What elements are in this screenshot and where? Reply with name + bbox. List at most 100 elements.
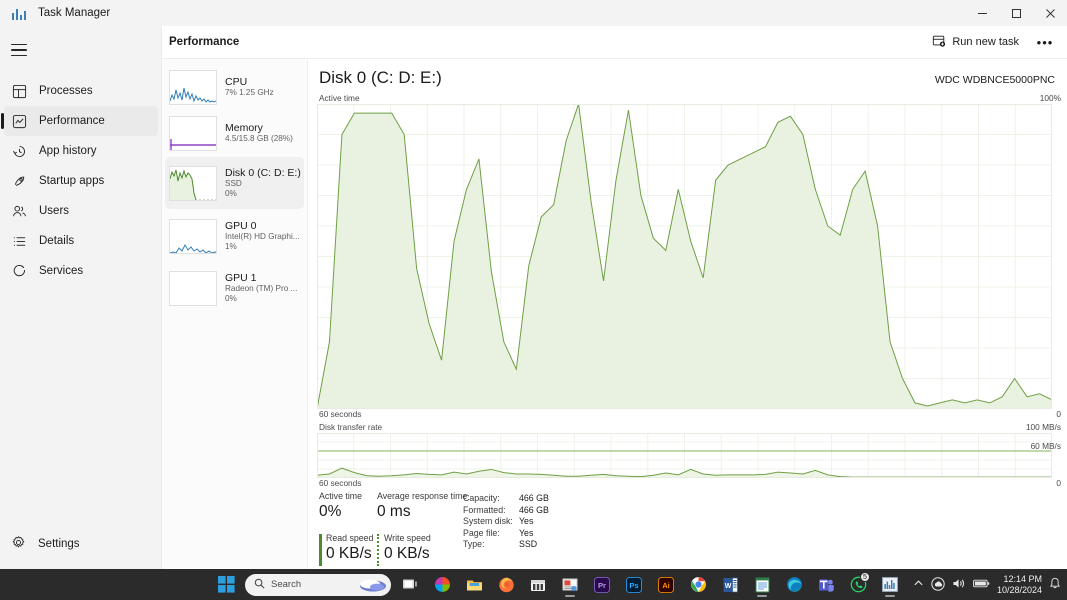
microsoft-store-icon[interactable]: [525, 572, 551, 598]
processes-icon: [11, 83, 27, 99]
device-detail: 7% 1.25 GHz: [225, 88, 274, 97]
firefox-icon[interactable]: [493, 572, 519, 598]
sidebar-item-services[interactable]: Services: [0, 256, 162, 286]
system-tray: 12:14 PM 10/28/2024: [913, 574, 1061, 596]
sidebar-item-settings[interactable]: Settings: [0, 529, 162, 559]
svg-text:W: W: [724, 583, 731, 590]
read-speed-stat: Read speed 0 KB/s: [319, 533, 373, 566]
sidebar-nav-list: Processes Performance App history Startu…: [0, 76, 162, 286]
disk-info-table: Capacity: 466 GB Formatted: 466 GB Syste…: [463, 493, 549, 551]
write-speed-value: 0 KB/s: [384, 545, 430, 562]
average-response-time-stat: Average response time 0 ms: [377, 491, 467, 521]
svg-text:Ps: Ps: [629, 581, 638, 590]
device-item-memory[interactable]: Memory 4.5/15.8 GB (28%): [165, 111, 304, 155]
word-icon[interactable]: W: [717, 572, 743, 598]
transfer-rate-chart-label: Disk transfer rate: [319, 422, 383, 432]
more-options-button[interactable]: •••: [1031, 31, 1059, 53]
device-item-disk-0[interactable]: Disk 0 (C: D: E:) SSD 0%: [165, 157, 304, 209]
file-explorer-icon[interactable]: [461, 572, 487, 598]
sidebar-item-details[interactable]: Details: [0, 226, 162, 256]
show-hidden-icons[interactable]: [913, 578, 924, 591]
sidebar-item-performance[interactable]: Performance: [1, 106, 158, 136]
transfer-rate-chart: [317, 433, 1052, 478]
search-highlights-icon: [360, 579, 386, 591]
notepad-icon[interactable]: [749, 572, 775, 598]
info-value: 466 GB: [519, 504, 549, 515]
device-usage: 1%: [225, 242, 237, 251]
maximize-button[interactable]: [999, 0, 1033, 26]
device-name: GPU 0: [225, 220, 257, 232]
active-time-stat: Active time 0%: [319, 491, 362, 521]
media-player-icon[interactable]: [557, 572, 583, 598]
run-new-task-label: Run new task: [952, 36, 1019, 48]
device-item-gpu-1[interactable]: GPU 1 Radeon (TM) Pro ... 0%: [165, 263, 304, 313]
onedrive-icon[interactable]: [931, 576, 945, 593]
battery-icon[interactable]: [973, 578, 990, 591]
svg-text:Pr: Pr: [598, 581, 606, 590]
device-detail: Intel(R) HD Graphi...: [225, 232, 300, 241]
content-header: Performance Run new task •••: [162, 26, 1067, 59]
info-key: Page file:: [463, 527, 500, 538]
sidebar-item-processes[interactable]: Processes: [0, 76, 162, 106]
services-icon: [11, 263, 27, 279]
sidebar-item-startup-apps[interactable]: Startup apps: [0, 166, 162, 196]
illustrator-icon[interactable]: Ai: [653, 572, 679, 598]
photoshop-icon[interactable]: Ps: [621, 572, 647, 598]
teams-icon[interactable]: [813, 572, 839, 598]
device-item-gpu-0[interactable]: GPU 0 Intel(R) HD Graphi... 1%: [165, 211, 304, 261]
memory-thumbnail-graph: [169, 115, 217, 151]
device-usage: 0%: [225, 294, 237, 303]
info-key: System disk:: [463, 516, 513, 527]
sidebar: Processes Performance App history Startu…: [0, 26, 162, 569]
disk-model: WDC WDBNCE5000PNC: [934, 74, 1055, 86]
info-value: Yes: [519, 527, 534, 538]
notifications-icon[interactable]: [1049, 577, 1061, 592]
copilot-icon[interactable]: [429, 572, 455, 598]
sidebar-item-label: Processes: [39, 85, 93, 97]
device-name: GPU 1: [225, 272, 257, 284]
device-detail: 4.5/15.8 GB (28%): [225, 134, 293, 143]
clock-date: 10/28/2024: [996, 584, 1042, 595]
start-icon[interactable]: [213, 572, 239, 598]
device-usage: 0%: [225, 189, 237, 198]
info-value: Yes: [519, 516, 534, 527]
run-new-task-button[interactable]: Run new task: [924, 30, 1027, 55]
average-response-time-label: Average response time: [377, 491, 468, 501]
sidebar-item-app-history[interactable]: App history: [0, 136, 162, 166]
whatsapp-icon[interactable]: 5: [845, 571, 871, 598]
window-title: Task Manager: [38, 7, 111, 19]
read-speed-value: 0 KB/s: [326, 545, 372, 562]
device-name: Disk 0 (C: D: E:): [225, 167, 301, 179]
sidebar-item-users[interactable]: Users: [0, 196, 162, 226]
search-input[interactable]: Search: [245, 573, 391, 596]
task-manager-icon[interactable]: [877, 572, 903, 598]
close-button[interactable]: [1033, 0, 1067, 26]
taskbar-center: Search Pr Ps Ai W 5: [213, 571, 903, 598]
sidebar-item-label: Settings: [38, 538, 80, 550]
task-manager-window: Task Manager Processes Performance App h…: [0, 0, 1067, 600]
edge-icon[interactable]: [781, 572, 807, 598]
table-row: Page file: Yes: [463, 528, 549, 540]
clock[interactable]: 12:14 PM 10/28/2024: [997, 574, 1042, 596]
disk-title: Disk 0 (C: D: E:): [319, 68, 442, 87]
transfer-rate-reference-label: 60 MB/s: [1030, 441, 1061, 451]
sidebar-item-label: Startup apps: [39, 175, 105, 187]
menu-button[interactable]: [0, 34, 162, 66]
minimize-button[interactable]: [965, 0, 999, 26]
svg-text:Ai: Ai: [662, 581, 670, 590]
volume-icon[interactable]: [952, 577, 966, 592]
performance-icon: [11, 113, 27, 129]
premiere-pro-icon[interactable]: Pr: [589, 572, 615, 598]
task-view-icon[interactable]: [397, 572, 423, 598]
disk-thumbnail-graph: [169, 165, 217, 201]
active-time-stat-value: 0%: [319, 503, 342, 520]
write-speed-label: Write speed: [384, 533, 431, 543]
active-time-chart: [317, 104, 1052, 409]
active-time-chart-max: 100%: [1039, 93, 1061, 103]
info-key: Capacity:: [463, 493, 500, 503]
transfer-rate-chart-min: 0: [1056, 478, 1061, 488]
device-item-cpu[interactable]: CPU 7% 1.25 GHz: [165, 65, 304, 109]
search-placeholder: Search: [271, 579, 302, 590]
chrome-icon[interactable]: [685, 572, 711, 598]
search-icon: [254, 576, 265, 594]
